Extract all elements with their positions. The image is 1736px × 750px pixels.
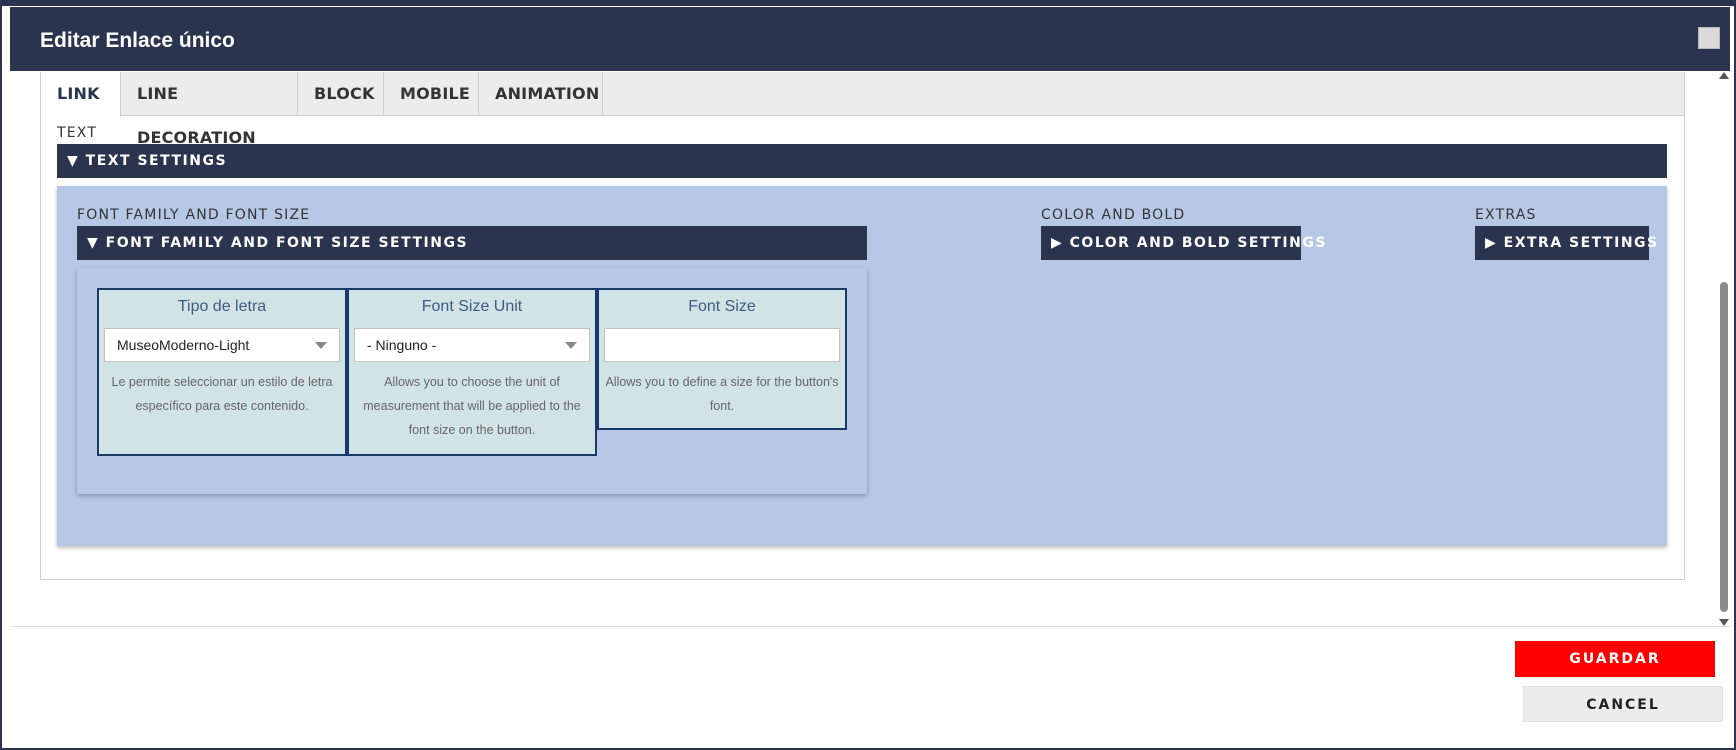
font-family-help: Le permite seleccionar un estilo de letr…	[111, 375, 333, 413]
dialog-title: Editar Enlace único	[40, 29, 235, 52]
font-family-label: Tipo de letra	[177, 298, 267, 315]
dialog-titlebar: Editar Enlace único	[10, 7, 1730, 71]
tab-animation[interactable]: ANIMATION	[479, 72, 603, 116]
font-size-input[interactable]	[604, 328, 840, 362]
text-settings-panel: FONT FAMILY AND FONT SIZE ▼ FONT FAMILY …	[57, 186, 1667, 546]
text-section-label: TEXT	[57, 125, 98, 141]
font-family-card: Tipo de letra MuseoModerno-Light Le perm…	[97, 288, 347, 456]
font-family-select[interactable]: MuseoModerno-Light	[104, 328, 340, 362]
scroll-down-icon[interactable]	[1719, 619, 1729, 626]
extra-settings-toggle[interactable]: ▶ EXTRA SETTINGS	[1475, 226, 1657, 260]
font-size-unit-value: - Ninguno -	[367, 337, 437, 353]
font-size-unit-select[interactable]: - Ninguno -	[354, 328, 590, 362]
font-size-unit-label: Font Size Unit	[421, 298, 523, 315]
scroll-thumb[interactable]	[1720, 282, 1728, 612]
tab-mobile[interactable]: MOBILE	[384, 72, 479, 116]
cancel-button[interactable]: CANCEL	[1523, 686, 1723, 722]
color-settings-toggle[interactable]: ▶ COLOR AND BOLD SETTINGS	[1041, 226, 1325, 260]
footer-divider	[10, 626, 1730, 627]
tab-block[interactable]: BLOCK	[298, 72, 384, 116]
chevron-down-icon	[565, 342, 577, 349]
font-settings-panel: Tipo de letra MuseoModerno-Light Le perm…	[77, 268, 867, 494]
chevron-down-icon	[315, 342, 327, 349]
color-group-label: COLOR AND BOLD	[1041, 207, 1186, 223]
font-size-help: Allows you to define a size for the butt…	[605, 375, 839, 413]
close-icon[interactable]	[1698, 27, 1720, 49]
font-size-unit-help: Allows you to choose the unit of measure…	[363, 375, 581, 437]
text-settings-toggle[interactable]: ▼ TEXT SETTINGS	[57, 144, 1667, 178]
content-scrollbar[interactable]	[1718, 72, 1730, 626]
scroll-up-icon[interactable]	[1719, 72, 1729, 79]
extras-group-label: EXTRAS	[1475, 207, 1537, 223]
font-size-unit-card: Font Size Unit - Ninguno - Allows you to…	[347, 288, 597, 456]
font-group-label: FONT FAMILY AND FONT SIZE	[77, 207, 311, 223]
tab-line-decoration[interactable]: LINE DECORATION	[121, 72, 298, 147]
tab-bar: LINK LINE DECORATION BLOCK MOBILE ANIMAT…	[41, 72, 1684, 147]
font-size-label: Font Size	[688, 298, 756, 315]
font-family-value: MuseoModerno-Light	[117, 337, 250, 353]
tab-link[interactable]: LINK	[41, 72, 121, 117]
font-settings-toggle[interactable]: ▼ FONT FAMILY AND FONT SIZE SETTINGS	[77, 226, 867, 260]
save-button[interactable]: GUARDAR	[1515, 641, 1715, 677]
dialog-content: LINK LINE DECORATION BLOCK MOBILE ANIMAT…	[40, 72, 1685, 580]
font-size-card: Font Size Allows you to define a size fo…	[597, 288, 847, 430]
